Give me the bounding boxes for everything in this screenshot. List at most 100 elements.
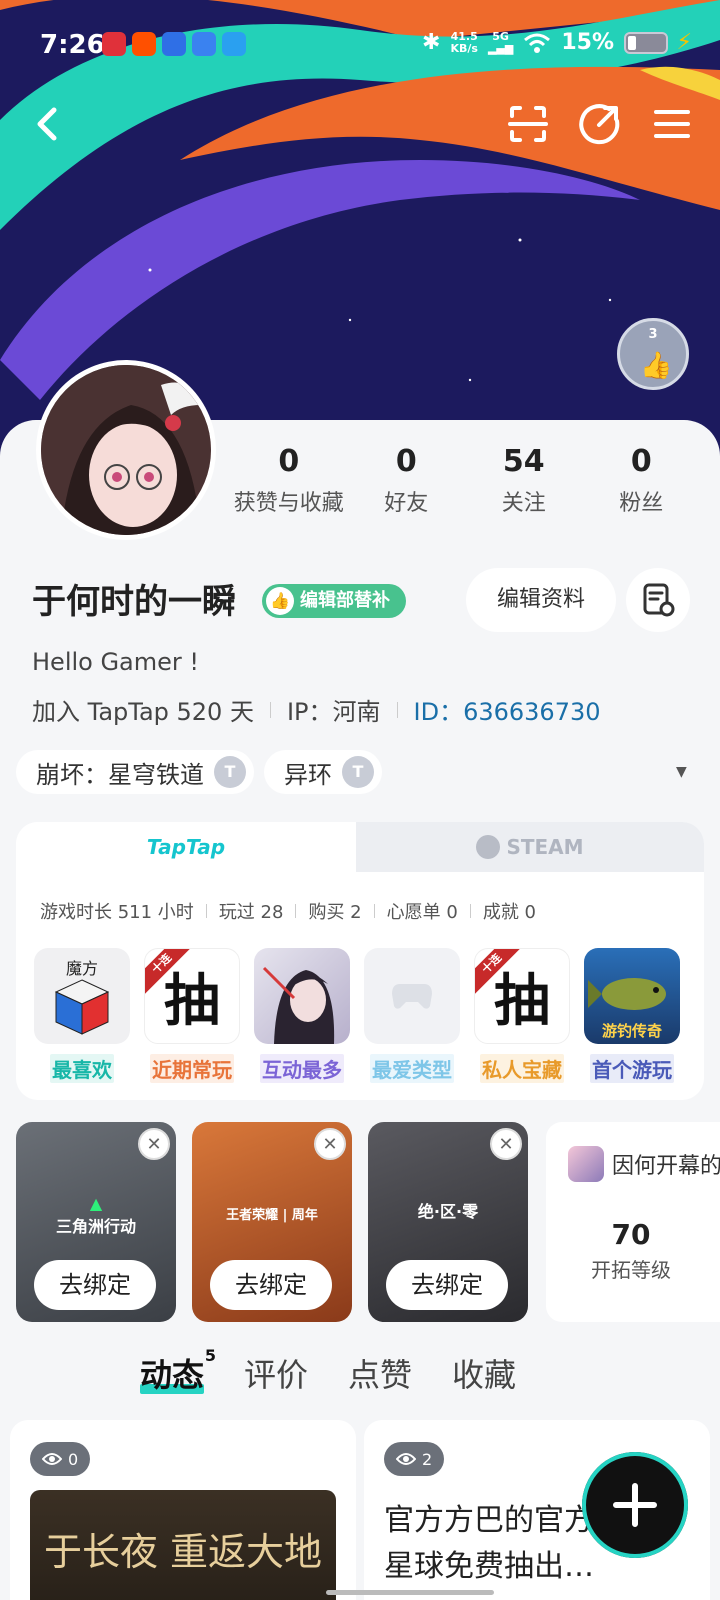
charging-bolt-icon: ⚡ [676,30,692,55]
back-button[interactable] [18,96,74,152]
game-logo: ▲ 三角洲行动 [55,1194,136,1236]
tile-first[interactable]: 游钓传奇 首个游玩 [584,948,680,1083]
baidu-icon [162,32,186,56]
draw-game-image: 十连 抽 [144,948,240,1044]
battery-percent: 15% [561,30,614,55]
eye-icon [396,1453,416,1465]
bind-button[interactable]: 去绑定 [34,1260,156,1310]
purchased-count[interactable]: 购买 2 [308,898,361,924]
tile-genre[interactable]: 最爱类型 [364,948,460,1083]
bind-button[interactable]: 去绑定 [386,1260,508,1310]
profile-settings-button[interactable] [626,568,690,632]
eye-icon [42,1453,62,1465]
rubiks-cube-icon: 魔方 [54,959,110,1035]
doc-settings-icon [643,583,675,617]
taobao-icon [132,32,156,56]
stat-friends[interactable]: 0 好友 [348,444,466,517]
tab-steam[interactable]: STEAM [356,822,704,872]
avatar-art [41,365,211,535]
chevron-down-icon[interactable]: ▼ [676,764,687,780]
bound-game-card[interactable]: ✕ 王者荣耀 | 周年 去绑定 [192,1122,352,1322]
stat-fans[interactable]: 0 粉丝 [583,444,701,517]
avatar-image [41,365,211,535]
view-count: 0 [30,1442,91,1476]
divider [295,904,297,918]
game-chip[interactable]: 崩坏：星穹铁道 T [16,750,254,794]
divider [396,701,398,718]
tile-recent[interactable]: 十连 抽 近期常玩 [144,948,240,1083]
wifi-icon [524,33,551,53]
role-badge[interactable]: 👍 编辑部替补 [262,584,406,618]
stat-likes[interactable]: 0 获赞与收藏 [230,444,348,517]
profile-stats: 0 获赞与收藏 0 好友 54 关注 0 粉丝 [230,444,700,517]
taptap-token-icon: T [214,756,246,788]
tab-favorites[interactable]: 收藏 [452,1350,516,1396]
game-rank-card[interactable]: 因何开幕的 70 开拓等级 [546,1122,720,1322]
ip-location: IP：河南 [286,698,381,726]
profile-meta: 加入 TapTap 520 天 IP：河南 ID：636636730 [32,692,601,727]
gamepad-placeholder [364,948,460,1044]
home-indicator[interactable] [326,1590,494,1595]
svg-text:游钓传奇: 游钓传奇 [602,1022,662,1040]
bluetooth-icon: ✱ [422,30,441,55]
tab-posts[interactable]: 动态 5 [140,1346,216,1396]
battery-icon [624,31,668,54]
create-post-button[interactable] [582,1452,688,1558]
menu-button[interactable] [644,96,700,152]
close-icon[interactable]: ✕ [138,1128,170,1160]
status-right: ✱ 41.5 KB/s 5G ▂▄▆ 15% [422,30,668,55]
divider [205,904,207,918]
svg-text:魔方: 魔方 [66,959,98,978]
game-logo: 王者荣耀 | 周年 [226,1208,318,1223]
rank-card-header: 因何开幕的 [568,1146,720,1182]
plus-icon [613,1483,657,1527]
bio: Hello Gamer ! [32,648,200,676]
divider [469,904,471,918]
app-notification-icon [192,32,216,56]
taptap-token-icon: T [342,756,374,788]
view-count: 2 [384,1442,445,1476]
achievement-count[interactable]: 成就 0 [483,898,536,924]
tile-treasure[interactable]: 十连 抽 私人宝藏 [474,948,570,1083]
bound-game-card[interactable]: ✕ 绝·区·零 去绑定 [368,1122,528,1322]
divider [373,904,375,918]
character-art-image [254,948,350,1044]
tile-favorite[interactable]: 魔方 最喜欢 [34,948,130,1083]
join-days: 加入 TapTap 520 天 [32,698,254,726]
bound-game-card[interactable]: ✕ ▲ 三角洲行动 去绑定 [16,1122,176,1322]
back-arrow-icon [37,107,57,141]
post-count: 5 [204,1346,217,1365]
stat-following[interactable]: 54 关注 [465,444,583,517]
game-chip[interactable]: 异环 T [264,750,382,794]
edit-profile-button[interactable]: 编辑资料 [466,568,616,632]
user-id[interactable]: ID：636636730 [414,692,601,727]
draw-game-image: 十连 抽 [474,948,570,1044]
rank-label: 开拓等级 [591,1258,671,1282]
tab-reviews[interactable]: 评价 [244,1350,308,1396]
game-logo: 绝·区·零 [417,1202,479,1221]
post-card[interactable]: 0 于长夜 重返大地 [10,1420,356,1600]
share-button[interactable] [572,96,628,152]
thumbs-up-icon: 👍 [266,587,294,615]
fishing-game-image: 游钓传奇 [584,948,680,1044]
close-icon[interactable]: ✕ [314,1128,346,1160]
top-nav [0,96,720,156]
net-speed: 41.5 KB/s [450,29,478,55]
games-card: TapTap STEAM 游戏时长 511 小时 玩过 28 购买 2 心愿单 … [16,822,704,1100]
post-image: 于长夜 重返大地 [30,1490,336,1600]
tile-interact[interactable]: 互动最多 [254,948,350,1083]
played-count[interactable]: 玩过 28 [219,898,284,924]
scan-button[interactable] [500,96,556,152]
menu-icon [654,110,690,138]
avatar[interactable] [36,360,216,540]
editor-badge[interactable]: 3 👍 [617,318,689,390]
play-time: 游戏时长 511 小时 [40,902,194,923]
game-avatar [568,1146,604,1182]
tab-likes[interactable]: 点赞 [348,1350,412,1396]
scan-icon [508,106,548,142]
wishlist-count[interactable]: 心愿单 0 [387,898,458,924]
close-icon[interactable]: ✕ [490,1128,522,1160]
gamepad-icon [392,984,432,1009]
bind-button[interactable]: 去绑定 [210,1260,332,1310]
tab-taptap[interactable]: TapTap [16,822,356,872]
